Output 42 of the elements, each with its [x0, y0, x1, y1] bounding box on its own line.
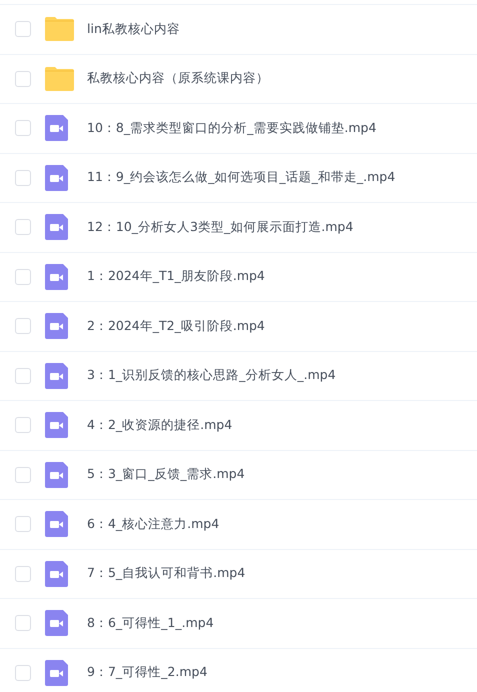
video-file-icon — [45, 264, 68, 290]
checkbox[interactable] — [15, 566, 31, 582]
checkbox[interactable] — [15, 219, 31, 236]
video-file-icon — [45, 412, 68, 438]
file-name[interactable]: 3：1_识别反馈的核心思路_分析女人_.mp4 — [87, 367, 336, 384]
checkbox[interactable] — [15, 21, 31, 38]
checkbox[interactable] — [15, 318, 31, 334]
checkbox[interactable] — [15, 516, 31, 532]
file-name[interactable]: 10：8_需求类型窗口的分析_需要实践做铺垫.mp4 — [87, 120, 376, 137]
file-name[interactable]: 7：5_自我认可和背书.mp4 — [87, 565, 246, 582]
file-name[interactable]: 2：2024年_T2_吸引阶段.mp4 — [87, 318, 265, 335]
checkbox[interactable] — [15, 70, 31, 87]
checkbox[interactable] — [15, 368, 31, 384]
file-name[interactable]: 4：2_收资源的捷径.mp4 — [87, 416, 232, 434]
video-file-icon — [45, 164, 68, 191]
file-name[interactable]: 9：7_可得性_2.mp4 — [87, 664, 208, 682]
video-file-icon — [45, 660, 68, 686]
checkbox[interactable] — [15, 120, 31, 136]
folder-icon — [45, 66, 74, 91]
video-file-icon — [45, 362, 68, 389]
video-file-icon — [45, 462, 68, 488]
file-name[interactable]: 5：3_窗口_反馈_需求.mp4 — [87, 466, 245, 484]
video-file-icon — [45, 214, 68, 240]
checkbox[interactable] — [15, 664, 31, 681]
file-name[interactable]: lin私教核心内容 — [87, 20, 180, 38]
file-name[interactable]: 11：9_约会该怎么做_如何选项目_话题_和带走_.mp4 — [87, 169, 396, 186]
video-file-icon — [45, 313, 68, 340]
video-file-icon — [45, 610, 68, 636]
file-name[interactable]: 私教核心内容（原系统课内容） — [87, 70, 269, 88]
checkbox[interactable] — [15, 466, 31, 483]
file-name[interactable]: 8：6_可得性_1_.mp4 — [87, 614, 214, 632]
checkbox[interactable] — [15, 170, 31, 186]
checkbox[interactable] — [15, 268, 31, 285]
file-name[interactable]: 12：10_分析女人3类型_如何展示面打造.mp4 — [87, 218, 354, 236]
video-file-icon — [45, 511, 68, 538]
file-name[interactable]: 1：2024年_T1_朋友阶段.mp4 — [87, 268, 265, 286]
folder-icon — [45, 17, 74, 42]
video-file-icon — [45, 115, 68, 142]
file-name[interactable]: 6：4_核心注意力.mp4 — [87, 516, 220, 533]
checkbox[interactable] — [15, 615, 31, 632]
video-file-icon — [45, 560, 68, 587]
checkbox[interactable] — [15, 417, 31, 434]
